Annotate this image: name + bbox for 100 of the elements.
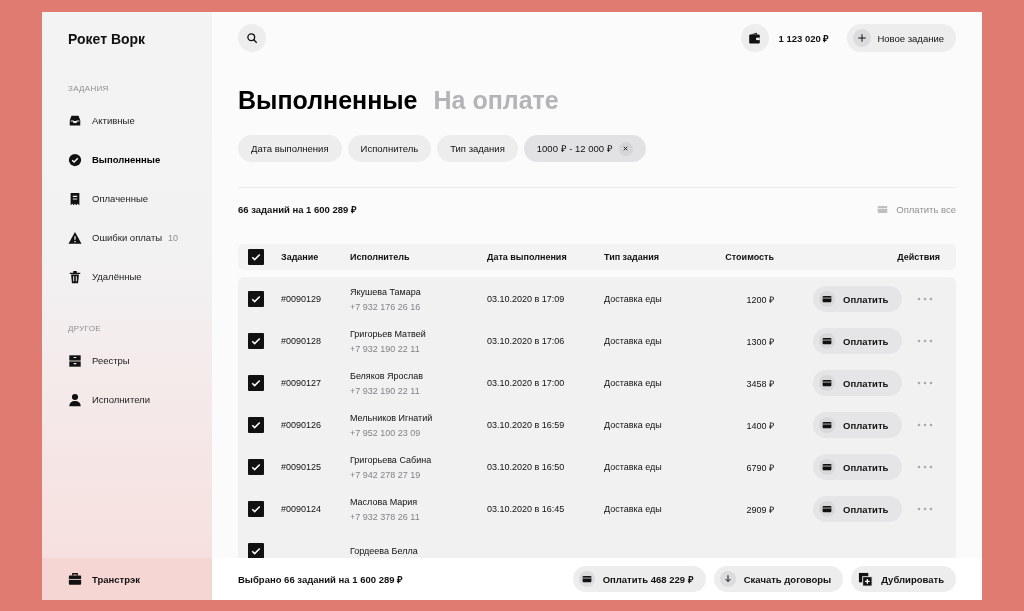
- search-icon: [246, 32, 258, 44]
- task-cost: 6790 ₽: [745, 461, 774, 474]
- column-header: Исполнитель: [350, 252, 411, 262]
- performer-phone: +7 932 190 22 11: [350, 385, 421, 396]
- task-cost: 2909 ₽: [745, 503, 774, 516]
- card-icon: [819, 291, 835, 307]
- checkmark-icon: [250, 419, 262, 431]
- sidebar-item[interactable]: Реестры: [92, 355, 130, 366]
- checkmark-icon: [250, 461, 262, 473]
- checkmark-icon: [250, 251, 262, 263]
- completion-date: 03.10.2020 в 17:00: [487, 378, 566, 388]
- task-id: #0090124: [281, 504, 323, 514]
- card-icon: [877, 203, 889, 215]
- task-type: Доставка еды: [604, 462, 663, 472]
- pay-button[interactable]: Оплатить: [813, 370, 903, 396]
- card-icon: [819, 459, 835, 475]
- account-name: Транстрэк: [92, 573, 140, 585]
- column-header: Задание: [281, 252, 320, 262]
- checkbox[interactable]: [248, 375, 264, 391]
- sidebar-item[interactable]: Активные: [92, 115, 135, 126]
- performer-name: Гордеева Белла: [350, 546, 419, 556]
- task-type: Доставка еды: [604, 378, 663, 388]
- error-count: 10: [168, 232, 179, 243]
- inbox-icon: [68, 113, 82, 128]
- tasks-summary: 66 заданий на 1 600 289 ₽: [238, 202, 358, 216]
- download-contracts-button[interactable]: Скачать договоры: [713, 566, 844, 592]
- filter-chip[interactable]: Дата выполнения: [238, 135, 342, 162]
- checkbox[interactable]: [248, 249, 264, 265]
- drawers-icon: [68, 353, 82, 368]
- column-header: Действия: [896, 252, 940, 262]
- sidebar-item[interactable]: Исполнители: [92, 394, 150, 405]
- pay-button[interactable]: Оплатить: [813, 286, 903, 312]
- pay-button[interactable]: Оплатить: [813, 496, 903, 522]
- filter-chip[interactable]: Тип задания: [437, 135, 518, 162]
- completion-date: 03.10.2020 в 16:45: [487, 504, 566, 514]
- filter-chip[interactable]: Исполнитель: [347, 135, 432, 162]
- task-cost: 1200 ₽: [745, 293, 774, 306]
- task-type: Доставка еды: [604, 294, 663, 304]
- selection-summary: Выбрано 66 заданий на 1 600 289 ₽: [238, 572, 405, 586]
- performer-name: Григорьева Сабина: [350, 454, 433, 465]
- column-header: Дата выполнения: [487, 252, 568, 262]
- section-heading: ЗАДАНИЯ: [68, 84, 110, 93]
- task-type: Доставка еды: [604, 504, 663, 514]
- checkbox[interactable]: [248, 501, 264, 517]
- balance-amount: 1 123 020 ₽: [778, 31, 830, 45]
- receipt-icon: [68, 191, 82, 206]
- duplicate-button[interactable]: Дублировать: [851, 566, 956, 592]
- column-header: Стоимость: [724, 252, 774, 262]
- task-id: #0090125: [281, 462, 323, 472]
- performer-name: Мельников Игнатий: [350, 412, 434, 423]
- completion-date: 03.10.2020 в 17:09: [487, 294, 566, 304]
- pay-selected-button[interactable]: Оплатить 468 229 ₽: [572, 566, 706, 592]
- wallet-icon: [748, 31, 761, 45]
- app-logo: Рокет Ворк: [68, 31, 147, 47]
- performer-phone: +7 942 278 27 19: [350, 469, 422, 480]
- checkmark-icon: [250, 503, 262, 515]
- pay-button[interactable]: Оплатить: [813, 328, 903, 354]
- performer-phone: +7 952 100 23 09: [350, 427, 422, 438]
- duplicate-icon: [857, 571, 874, 587]
- performer-name: Григорьев Матвей: [350, 328, 427, 339]
- new-task-button[interactable]: Новое задание: [847, 24, 956, 52]
- sidebar-item[interactable]: Выполненные: [92, 154, 161, 165]
- checkmark-icon: [250, 545, 262, 557]
- download-icon: [719, 571, 736, 587]
- checkbox[interactable]: [248, 291, 264, 307]
- performer-phone: +7 932 176 26 16: [350, 301, 422, 312]
- section-heading: ДРУГОЕ: [68, 324, 102, 333]
- page-tab[interactable]: Выполненные: [238, 86, 418, 115]
- checkbox[interactable]: [248, 417, 264, 433]
- task-type: Доставка еды: [604, 420, 663, 430]
- briefcase-icon: [68, 572, 82, 586]
- search-button[interactable]: [238, 24, 266, 52]
- sidebar-item[interactable]: Ошибки оплаты: [92, 232, 163, 243]
- performer-name: Беляков Ярослав: [350, 370, 425, 381]
- checkbox[interactable]: [248, 459, 264, 475]
- completion-date: 03.10.2020 в 16:59: [487, 420, 566, 430]
- card-icon: [578, 571, 595, 587]
- performer-name: Маслова Мария: [350, 496, 419, 507]
- account-switcher[interactable]: Транстрэк: [42, 558, 212, 600]
- check-circle-icon: [68, 152, 82, 167]
- task-type: Доставка еды: [604, 336, 663, 346]
- filter-chip[interactable]: 1000 ₽ - 12 000 ₽: [523, 135, 646, 162]
- performer-phone: +7 932 190 22 11: [350, 343, 421, 354]
- performer-phone: +7 932 378 26 11: [350, 511, 421, 522]
- task-cost: 1400 ₽: [745, 419, 774, 432]
- pay-button[interactable]: Оплатить: [813, 454, 903, 480]
- card-icon: [819, 501, 835, 517]
- pay-button[interactable]: Оплатить: [813, 412, 903, 438]
- task-cost: 3458 ₽: [745, 377, 774, 390]
- performer-name: Якушева Тамара: [350, 286, 422, 297]
- sidebar-item[interactable]: Удалённые: [92, 271, 142, 282]
- checkbox[interactable]: [248, 543, 264, 558]
- card-icon: [819, 375, 835, 391]
- task-id: #0090128: [281, 336, 323, 346]
- warning-icon: [68, 230, 82, 245]
- task-id: #0090129: [281, 294, 323, 304]
- sidebar-item[interactable]: Оплаченные: [92, 193, 148, 204]
- wallet-button[interactable]: [740, 24, 769, 52]
- plus-icon: [857, 33, 868, 43]
- checkbox[interactable]: [248, 333, 264, 349]
